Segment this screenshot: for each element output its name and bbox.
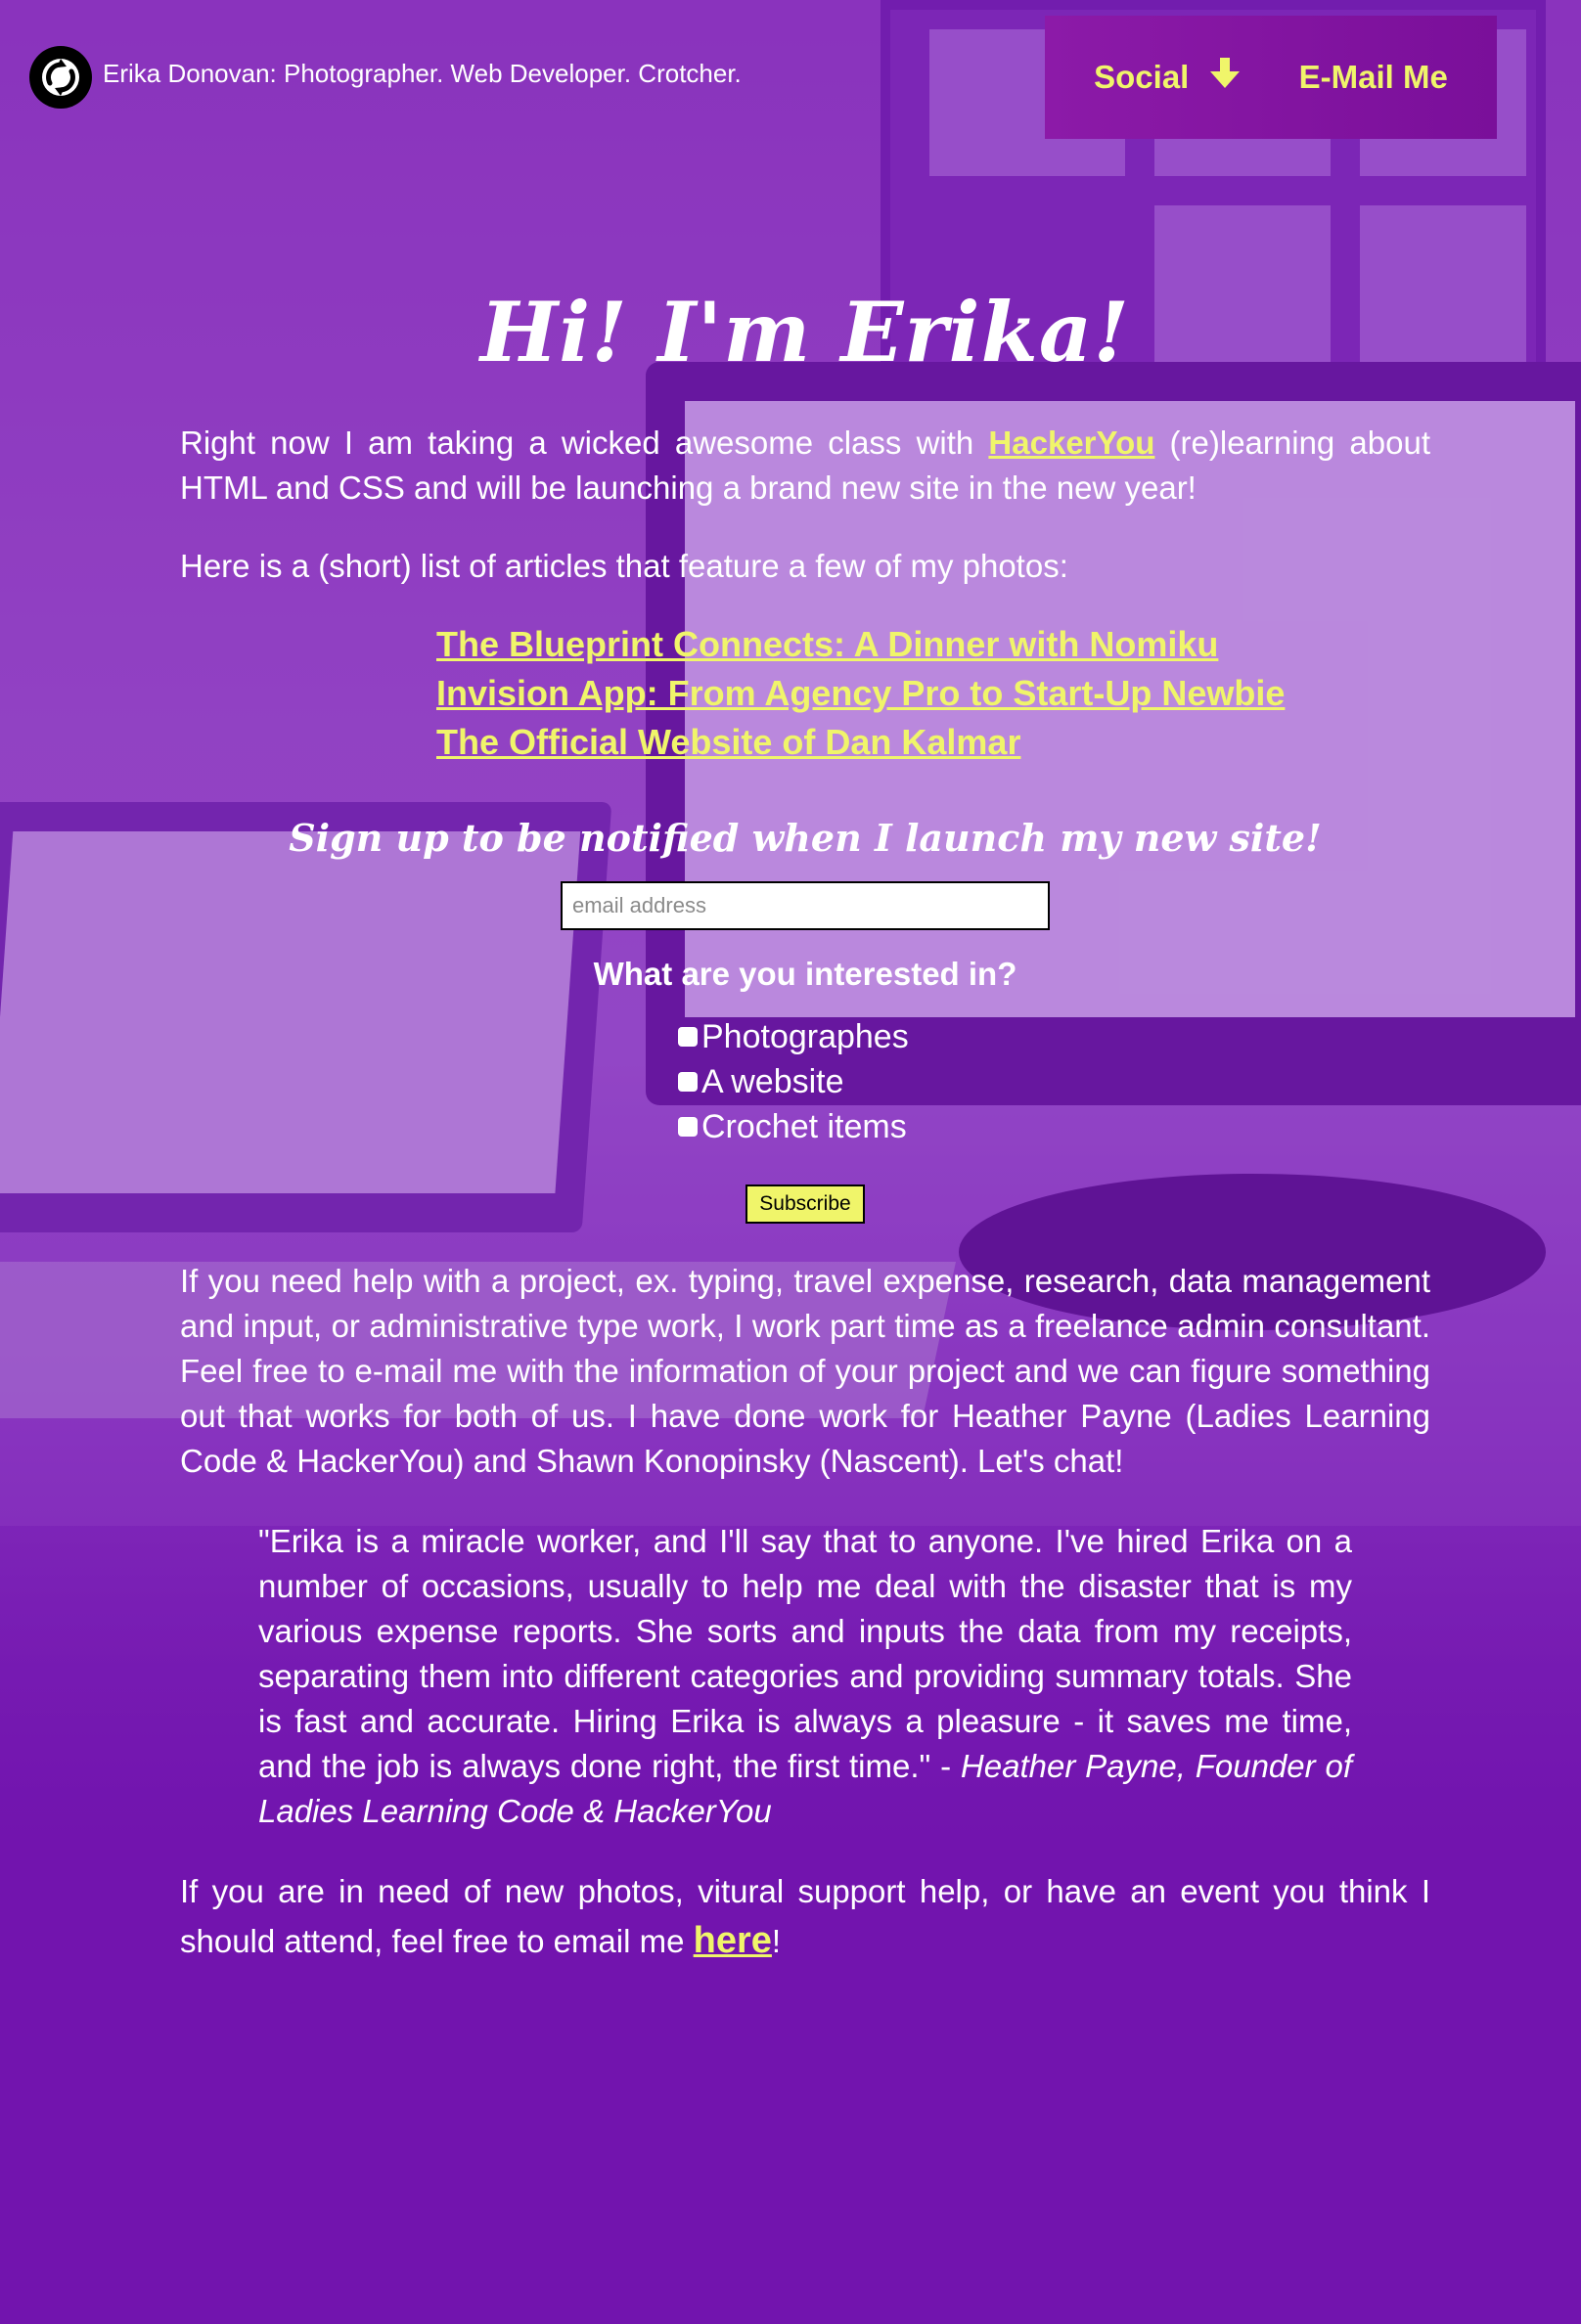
social-menu-button[interactable]: Social xyxy=(1094,58,1241,97)
top-nav: Social E-Mail Me xyxy=(1045,16,1497,139)
interest-options: Photographes A website Crochet items xyxy=(678,1014,932,1149)
freelance-paragraph: If you need help with a project, ex. typ… xyxy=(180,1263,1430,1479)
interest-question: What are you interested in? xyxy=(593,956,1017,992)
hackeryou-link[interactable]: HackerYou xyxy=(988,425,1154,461)
refresh-logo-icon[interactable] xyxy=(29,46,92,109)
option-website[interactable]: A website xyxy=(678,1059,932,1104)
option-crochet[interactable]: Crochet items xyxy=(678,1104,932,1149)
article-list: The Blueprint Connects: A Dinner with No… xyxy=(436,620,1430,767)
signup-title: Sign up to be notified when I launch my … xyxy=(289,816,1322,860)
checkbox[interactable] xyxy=(678,1117,698,1137)
closing-paragraph: If you are in need of new photos, vitura… xyxy=(180,1873,1430,1961)
article-link[interactable]: The Blueprint Connects: A Dinner with No… xyxy=(436,624,1218,664)
signup-form: What are you interested in? Photographes… xyxy=(180,881,1430,1224)
option-photographs[interactable]: Photographes xyxy=(678,1014,932,1059)
site-title: Erika Donovan: Photographer. Web Develop… xyxy=(103,59,742,88)
subscribe-button[interactable]: Subscribe xyxy=(745,1184,865,1224)
article-link[interactable]: Invision App: From Agency Pro to Start-U… xyxy=(436,673,1285,713)
email-me-link[interactable]: E-Mail Me xyxy=(1299,59,1448,96)
article-link[interactable]: The Official Website of Dan Kalmar xyxy=(436,722,1020,762)
arrow-down-icon xyxy=(1210,58,1241,97)
checkbox[interactable] xyxy=(678,1027,698,1047)
main-content: Hi! I'm Erika! Right now I am taking a w… xyxy=(180,274,1430,1966)
testimonial-quote: "Erika is a miracle worker, and I'll say… xyxy=(258,1523,1352,1829)
intro-paragraph: Right now I am taking a wicked awesome c… xyxy=(180,425,1431,506)
list-item: The Official Website of Dan Kalmar xyxy=(436,718,1430,767)
email-field[interactable] xyxy=(561,881,1050,930)
email-here-link[interactable]: here xyxy=(694,1920,772,1961)
checkbox[interactable] xyxy=(678,1072,698,1092)
social-label: Social xyxy=(1094,59,1190,95)
list-item: The Blueprint Connects: A Dinner with No… xyxy=(436,620,1430,669)
articles-lead: Here is a (short) list of articles that … xyxy=(180,548,1068,584)
page-title: Hi! I'm Erika! xyxy=(479,284,1131,380)
list-item: Invision App: From Agency Pro to Start-U… xyxy=(436,669,1430,718)
